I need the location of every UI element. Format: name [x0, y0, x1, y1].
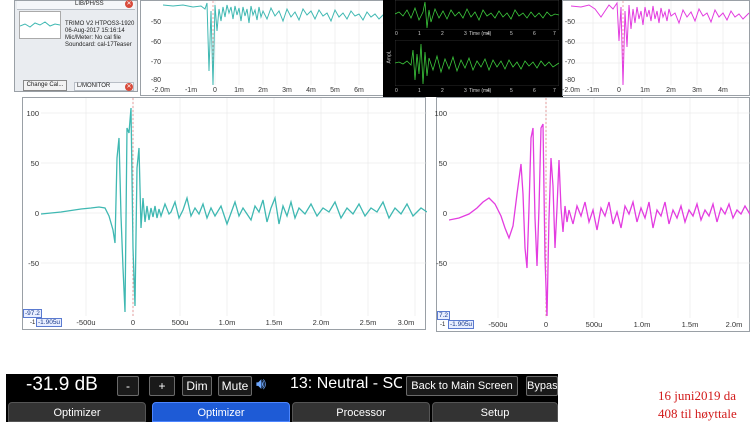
top-right-impulse-chart: -50 -60 -70 -80 -2.0m -1m 0 1m 2m 3m 4m [562, 0, 750, 96]
speaker-volume-icon[interactable]: 🔊︎ [256, 376, 266, 394]
measurement-slot-top[interactable]: LIB/PH/SS ✕ [17, 0, 135, 10]
x-tick: 1.0m [633, 320, 651, 329]
volume-readout: -31.9 dB [26, 374, 98, 395]
volume-up-button[interactable]: + [149, 376, 175, 396]
scope-top-plot [395, 0, 559, 30]
thumbnail-graph [19, 11, 61, 39]
scope-x-label: Time (ms) [469, 88, 492, 94]
preset-name: 13: Neutral - SO [290, 375, 402, 392]
tab-setup[interactable]: Setup [432, 402, 558, 422]
scope-x-tick: 6 [533, 31, 536, 37]
x-edge-label: -1 [30, 320, 36, 326]
scope-x-tick: 6 [533, 88, 536, 94]
x-tick: 2.5m [359, 318, 377, 327]
dim-button[interactable]: Dim [182, 376, 212, 396]
y-tick: 100 [26, 109, 39, 118]
x-tick: 1.5m [265, 318, 283, 327]
oscilloscope-panel: 0 1 2 3 4 5 6 7 Time (ms) AmpL 0 1 2 3 4… [383, 0, 563, 97]
scope-x-tick: 1 [418, 88, 421, 94]
scope-x-tick: 5 [510, 31, 513, 37]
cursor-x-readout: -1.905u [448, 320, 475, 329]
scope-x-tick: 7 [553, 31, 556, 37]
main-left-impulse-chart: 100 50 0 -50 -97.2 -1.905u -1 -500u 0 50… [22, 97, 427, 330]
main-left-plot [41, 98, 427, 316]
tab-optimizer-1[interactable]: Optimizer [8, 402, 146, 422]
scope-x-tick: 3 [464, 88, 467, 94]
measurement-slot-bottom[interactable]: L/MONITOR ✕ [74, 82, 134, 91]
bypass-button[interactable]: Bypas [526, 376, 558, 396]
volume-down-button[interactable]: - [117, 376, 139, 396]
x-tick: 1.5m [681, 320, 699, 329]
x-tick: 4m [718, 87, 728, 94]
scope-x-tick: 0 [395, 31, 398, 37]
y-tick: -80 [150, 77, 161, 84]
mic-note: Mic/Meter: No cal file [65, 35, 122, 41]
x-tick: 500u [171, 318, 189, 327]
top-right-plot [571, 1, 749, 85]
x-tick: -500u [488, 320, 508, 329]
soundcard-note: Soundcard: cal-17Teaser [65, 42, 132, 48]
close-icon[interactable]: ✕ [125, 0, 133, 8]
cursor-y-readout: 7.2 [437, 311, 451, 320]
y-tick: -70 [150, 59, 161, 66]
scope-x-tick: 0 [395, 88, 398, 94]
main-left-trace [41, 107, 427, 313]
scope-x-tick: 2 [441, 31, 444, 37]
tab-processor[interactable]: Processor [292, 402, 430, 422]
cursor-x-readout: -1.905u [36, 318, 63, 327]
top-left-trace [163, 2, 385, 85]
meas-date: 06-Aug-2017 15:16:14 [65, 28, 125, 34]
x-tick: 1.0m [218, 318, 236, 327]
x-tick: 3.0m [397, 318, 415, 327]
y-tick: 100 [434, 109, 447, 118]
x-tick: 6m [354, 87, 364, 94]
y-tick: -50 [150, 19, 161, 26]
y-tick: -50 [436, 259, 447, 268]
date-note-line-1: 16 juni2019 da [658, 388, 736, 403]
x-tick: -500u [76, 318, 96, 327]
meas-name: TRIMO V2 HTPOS3-1920 [65, 21, 135, 27]
tab-optimizer-2[interactable]: Optimizer [152, 402, 290, 422]
slot-top-label: LIB/PH/SS [75, 1, 104, 7]
slot-bottom-label: L/MONITOR [77, 83, 111, 89]
x-tick: 500u [585, 320, 603, 329]
scope-x-tick: 2 [441, 88, 444, 94]
y-tick: 50 [30, 159, 39, 168]
x-tick: 0 [543, 320, 549, 329]
top-left-plot [163, 1, 385, 85]
measurement-window: LIB/PH/SS ✕ TRIMO V2 HTPOS3-1920 06-Aug-… [14, 0, 138, 92]
main-right-impulse-chart: 100 50 0 -50 7.2 -1.905u -1 -500u 0 500u… [434, 97, 750, 332]
x-tick: 0 [130, 318, 136, 327]
close-icon[interactable]: ✕ [125, 83, 133, 91]
y-tick: 0 [442, 209, 447, 218]
mute-button[interactable]: Mute [218, 376, 252, 396]
scope-x-label: Time (ms) [469, 31, 492, 37]
y-tick: 50 [438, 159, 447, 168]
y-tick: -50 [28, 259, 39, 268]
x-tick: 2.0m [312, 318, 330, 327]
cursor-y-readout: -97.2 [23, 309, 42, 318]
scope-y-label: AmpL [386, 50, 393, 64]
y-tick: 0 [34, 209, 39, 218]
main-right-trace [449, 123, 750, 317]
top-right-trace [571, 1, 749, 85]
thumbnail-plot [19, 21, 61, 28]
x-tick: -2.0m [152, 87, 170, 94]
x-tick: 2.0m [725, 320, 743, 329]
controller-bar: -31.9 dB - + Dim Mute 🔊︎ 13: Neutral - S… [6, 374, 558, 422]
scope-x-tick: 3 [464, 31, 467, 37]
y-tick: -60 [150, 39, 161, 46]
date-note-line-2: 408 til høyttale [658, 406, 737, 421]
top-left-impulse-chart: -50 -60 -70 -80 -2.0m -1m 0 1m 2m 3m 4m … [140, 0, 386, 96]
scope-x-tick: 5 [510, 88, 513, 94]
back-to-main-button[interactable]: Back to Main Screen [406, 376, 518, 396]
x-edge-label: -1 [440, 322, 446, 328]
scope-x-tick: 1 [418, 31, 421, 37]
scope-bottom-plot [395, 40, 559, 86]
main-right-plot [449, 98, 750, 318]
change-cal-button[interactable]: Change Cal... [23, 80, 67, 91]
